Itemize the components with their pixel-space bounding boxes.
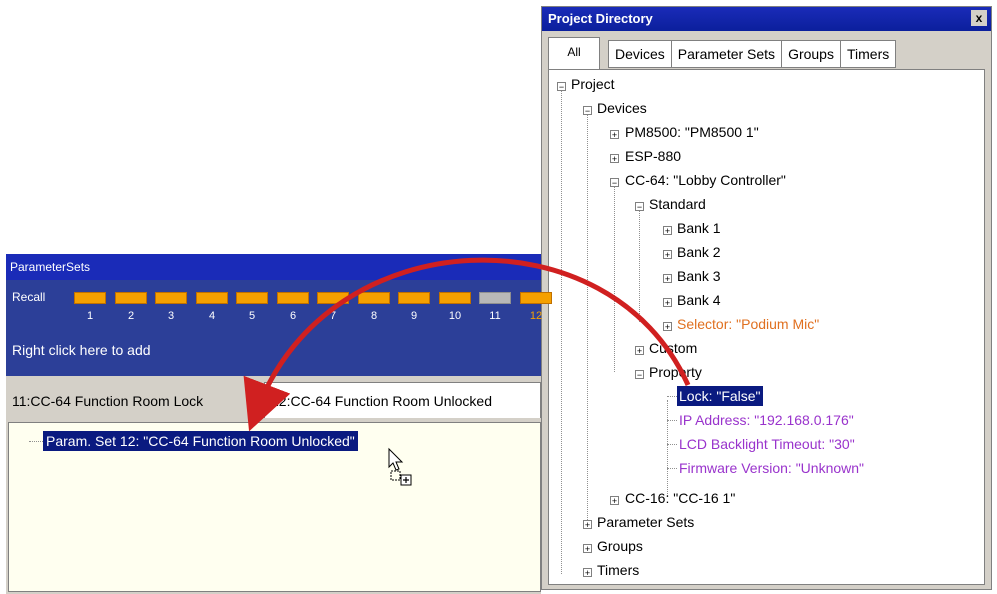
drag-arrow xyxy=(243,257,691,432)
